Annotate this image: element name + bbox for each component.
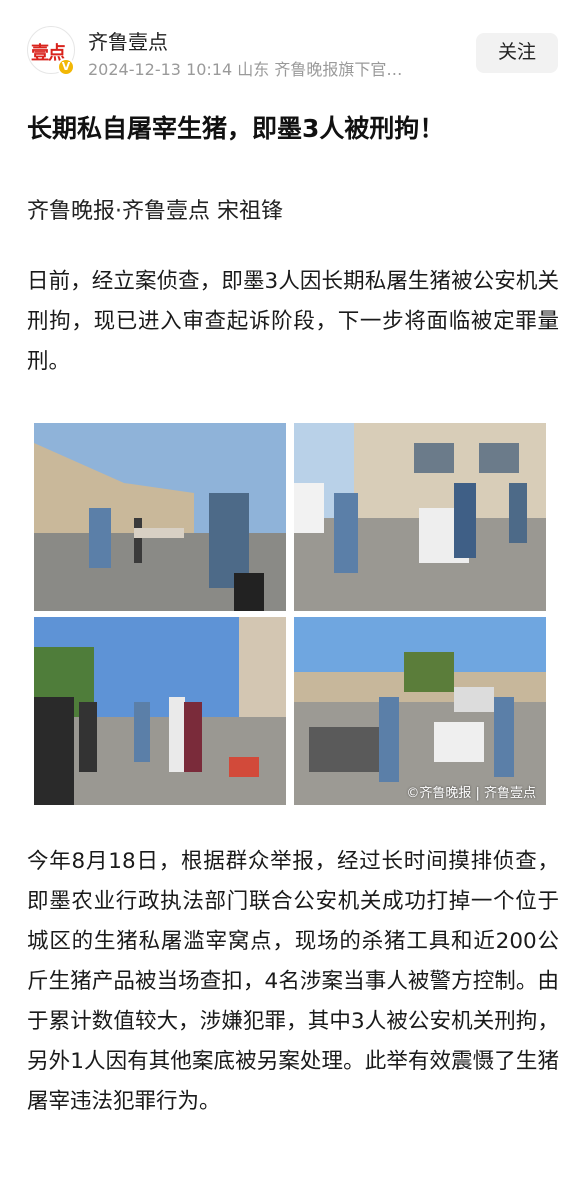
news-photo[interactable]: [294, 423, 546, 611]
article-paragraph: 今年8月18日，根据群众举报，经过长时间摸排侦查，即墨农业行政执法部门联合公安机…: [27, 849, 559, 1114]
image-watermark: ©齐鲁晚报 | 齐鲁壹点: [406, 786, 536, 801]
news-photo[interactable]: [34, 617, 286, 805]
article-header: 壹点 V 齐鲁壹点 2024-12-13 10:14 山东 齐鲁晚报旗下官… 关…: [0, 0, 581, 92]
news-photo-grid[interactable]: ©齐鲁晚报 | 齐鲁壹点: [34, 423, 546, 807]
news-photo[interactable]: [34, 423, 286, 611]
post-meta: 2024-12-13 10:14 山东 齐鲁晚报旗下官…: [88, 60, 403, 79]
news-photo[interactable]: ©齐鲁晚报 | 齐鲁壹点: [294, 617, 546, 805]
verified-badge-icon: V: [57, 58, 75, 76]
account-name[interactable]: 齐鲁壹点: [88, 26, 168, 55]
follow-button[interactable]: 关注: [476, 33, 558, 73]
article-paragraph: 日前，经立案侦查，即墨3人因长期私屠生猪被公安机关刑拘，现已进入审查起诉阶段，下…: [27, 269, 559, 374]
article-title: 长期私自屠宰生猪，即墨3人被刑拘！: [27, 114, 445, 143]
article-byline: 齐鲁晚报·齐鲁壹点 宋祖锋: [27, 199, 283, 224]
